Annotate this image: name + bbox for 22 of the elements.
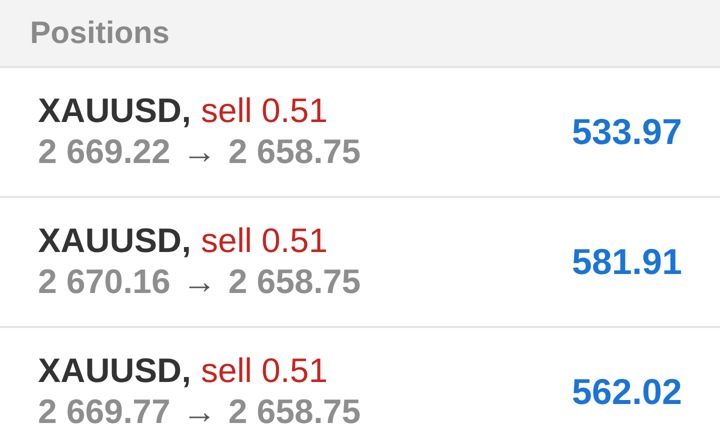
position-row[interactable]: XAUUSD, sell 0.51 2 669.77 → 2 658.75 562.02 [0,328,720,441]
current-price: 2 658.75 [228,133,361,172]
open-price: 2 669.22 [38,133,170,172]
open-price: 2 669.77 [38,393,170,432]
current-price: 2 658.75 [228,393,361,432]
profit-value: 562.02 [572,371,682,413]
profit-value: 581.91 [572,241,682,283]
order-label: sell 0.51 [201,92,328,131]
current-price: 2 658.75 [228,263,361,302]
position-row[interactable]: XAUUSD, sell 0.51 2 670.16 → 2 658.75 581.91 [0,198,720,328]
symbol-label: XAUUSD, [38,92,192,131]
symbol-label: XAUUSD, [38,352,192,391]
order-label: sell 0.51 [201,222,328,261]
arrow-glyph: → [182,263,216,302]
position-row[interactable]: XAUUSD, sell 0.51 2 669.22 → 2 658.75 533.97 [0,68,720,198]
order-label: sell 0.51 [201,352,328,391]
arrow-glyph: → [182,133,216,172]
symbol-label: XAUUSD, [38,222,192,261]
arrow-glyph: → [182,393,216,432]
open-price: 2 670.16 [38,263,170,302]
profit-value: 533.97 [572,111,682,153]
section-title: Positions [30,15,170,51]
